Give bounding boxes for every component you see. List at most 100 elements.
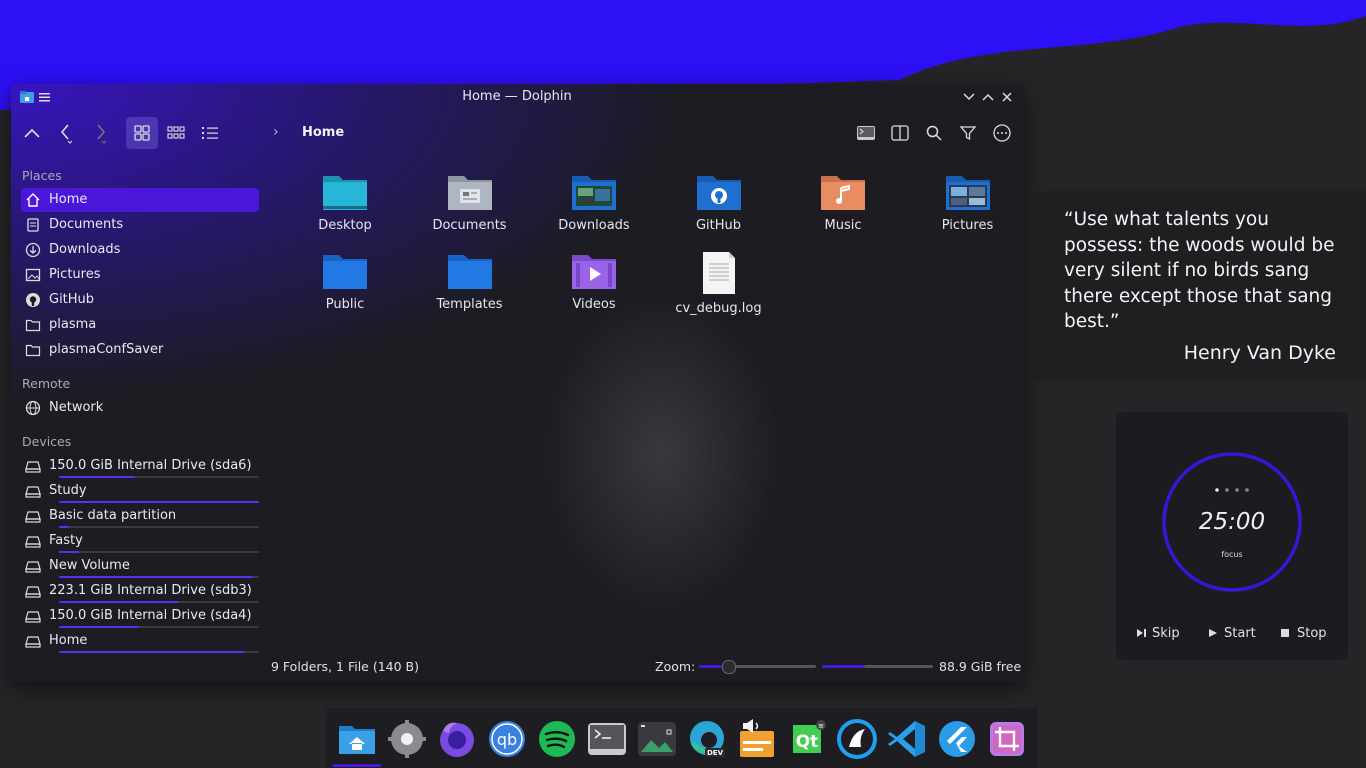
svg-text:Qt: Qt xyxy=(796,732,819,752)
file-item[interactable]: Documents xyxy=(420,172,520,233)
kde-connect-icon[interactable] xyxy=(835,718,879,760)
timer-mode: focus xyxy=(1221,550,1243,559)
folder-icon xyxy=(25,317,41,333)
sidebar-device-item[interactable]: Basic data partition xyxy=(21,504,259,528)
file-name: Pictures xyxy=(941,218,994,233)
sidebar-item-plasmaconfsaver[interactable]: plasmaConfSaver xyxy=(21,338,259,362)
file-item[interactable]: Downloads xyxy=(544,172,644,233)
sidebar-item-documents[interactable]: Documents xyxy=(21,213,259,237)
list-icon xyxy=(202,127,218,139)
qt-icon[interactable]: Qt ≡ xyxy=(785,718,829,760)
file-view[interactable]: Desktop Documents Downloads GitHub Music Pict… xyxy=(267,156,1023,658)
sidebar-item-home[interactable]: Home xyxy=(21,188,259,212)
zoom-slider[interactable] xyxy=(699,660,816,674)
sidebar-item-downloads[interactable]: Downloads xyxy=(21,238,259,262)
details-view-button[interactable] xyxy=(194,117,226,149)
file-item[interactable]: Templates xyxy=(420,251,520,312)
sidebar-device-item[interactable]: 150.0 GiB Internal Drive (sda4) xyxy=(21,604,259,628)
sidebar-item-network[interactable]: Network xyxy=(21,396,259,420)
sidebar-device-item[interactable]: Study xyxy=(21,479,259,503)
start-button[interactable]: Start xyxy=(1208,622,1256,644)
sidebar-item-plasma[interactable]: plasma xyxy=(21,313,259,337)
audio-icon[interactable] xyxy=(735,718,779,760)
compact-view-button[interactable] xyxy=(160,117,192,149)
breadcrumb[interactable]: Home xyxy=(302,125,344,140)
forward-button[interactable] xyxy=(84,117,116,149)
back-button[interactable] xyxy=(50,117,82,149)
qbittorrent-icon[interactable]: qb xyxy=(485,718,529,760)
download-icon xyxy=(25,242,41,258)
more-button[interactable] xyxy=(986,117,1018,149)
sidebar-item-label: 223.1 GiB Internal Drive (sdb3) xyxy=(49,583,252,598)
sidebar-item-label: Downloads xyxy=(49,242,121,257)
maximize-chevron-icon[interactable] xyxy=(980,89,996,105)
capacity-bar xyxy=(59,501,259,503)
settings-icon[interactable] xyxy=(385,718,429,760)
svg-text:DEV: DEV xyxy=(707,749,724,757)
dolphin-window[interactable]: Home — Dolphin › Home Places Home Docume… xyxy=(11,84,1023,682)
sidebar-device-item[interactable]: 223.1 GiB Internal Drive (sdb3) xyxy=(21,579,259,603)
desktop-folder-icon xyxy=(295,172,395,212)
edge-dev-icon[interactable]: DEV xyxy=(685,718,729,760)
sidebar-item-label: Basic data partition xyxy=(49,508,177,523)
up-button[interactable] xyxy=(16,117,48,149)
sidebar-device-item[interactable]: Home xyxy=(21,629,259,653)
network-icon xyxy=(25,400,41,416)
terminal-icon[interactable] xyxy=(585,718,629,760)
file-item[interactable]: Videos xyxy=(544,251,644,312)
drive-icon xyxy=(25,458,41,474)
text-file-icon xyxy=(669,251,769,295)
firefox-icon[interactable] xyxy=(435,718,479,760)
spotify-icon[interactable] xyxy=(535,718,579,760)
sidebar-item-label: Home xyxy=(49,192,88,207)
file-name: Downloads xyxy=(558,218,630,233)
screenshot-icon[interactable] xyxy=(635,718,679,760)
sidebar-item-pictures[interactable]: Pictures xyxy=(21,263,259,287)
sidebar-item-label: Pictures xyxy=(49,267,101,282)
chevron-up-icon xyxy=(24,128,40,138)
sidebar-device-item[interactable]: 150.0 GiB Internal Drive (sda6) xyxy=(21,454,259,478)
file-item[interactable]: Desktop xyxy=(295,172,395,233)
close-icon[interactable] xyxy=(999,89,1015,105)
sidebar-item-label: 150.0 GiB Internal Drive (sda4) xyxy=(49,608,252,623)
file-item[interactable]: Public xyxy=(295,251,395,312)
search-button[interactable] xyxy=(918,117,950,149)
sidebar-item-label: Home xyxy=(49,633,88,648)
icons-view-button[interactable] xyxy=(126,117,158,149)
chevron-left-icon xyxy=(60,124,73,144)
folder-icon xyxy=(295,251,395,291)
titlebar[interactable]: Home — Dolphin xyxy=(11,84,1023,110)
file-item[interactable]: cv_debug.log xyxy=(669,251,769,316)
sidebar-item-label: Documents xyxy=(49,217,124,232)
drive-icon xyxy=(25,583,41,599)
terminal-button[interactable] xyxy=(850,117,882,149)
minimize-chevron-icon[interactable] xyxy=(961,89,977,105)
dolphin-icon[interactable] xyxy=(335,718,379,760)
sidebar-device-item[interactable]: New Volume xyxy=(21,554,259,578)
file-item[interactable]: Pictures xyxy=(918,172,1018,233)
sidebar-device-item[interactable]: Fasty xyxy=(21,529,259,553)
vscode-icon[interactable] xyxy=(885,718,929,760)
split-view-button[interactable] xyxy=(884,117,916,149)
skip-button[interactable]: Skip xyxy=(1136,622,1180,644)
file-item[interactable]: GitHub xyxy=(669,172,769,233)
filter-button[interactable] xyxy=(952,117,984,149)
file-name: Desktop xyxy=(318,218,372,233)
file-item[interactable]: Music xyxy=(793,172,893,233)
skip-icon xyxy=(1137,629,1146,637)
file-name: cv_debug.log xyxy=(675,301,762,316)
drive-icon xyxy=(25,558,41,574)
stop-label: Stop xyxy=(1297,625,1327,641)
crop-icon[interactable] xyxy=(985,718,1029,760)
flutter-icon[interactable] xyxy=(935,718,979,760)
start-label: Start xyxy=(1224,625,1256,641)
compact-grid-icon xyxy=(167,126,185,139)
music-folder-icon xyxy=(793,172,893,212)
downloads-folder-icon xyxy=(544,172,644,212)
sidebar-item-github[interactable]: GitHub xyxy=(21,288,259,312)
file-name: Videos xyxy=(572,297,616,312)
remote-section-title: Remote xyxy=(22,376,71,391)
stop-button[interactable]: Stop xyxy=(1280,622,1327,644)
zoom-slider-handle[interactable] xyxy=(722,660,737,674)
free-space-label: 88.9 GiB free xyxy=(939,659,1022,674)
